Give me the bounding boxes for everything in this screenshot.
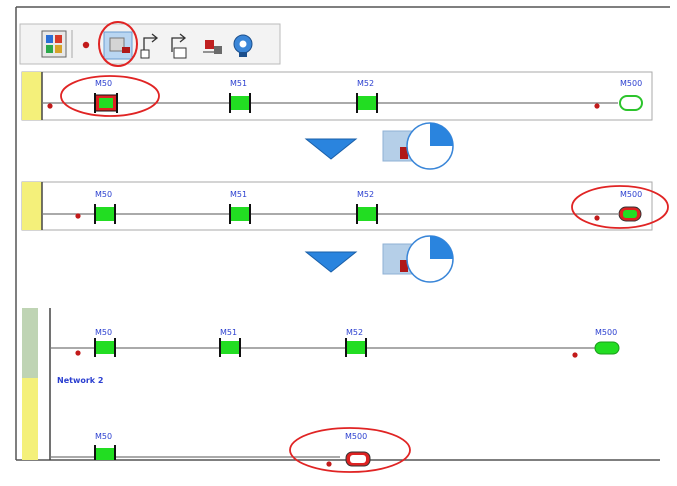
contact-label: M50 xyxy=(95,328,112,337)
online-monitor-icon[interactable] xyxy=(103,31,133,60)
transition-2 xyxy=(304,235,454,283)
coil-m500[interactable] xyxy=(619,95,643,111)
breakpoint-dot[interactable] xyxy=(75,350,81,356)
contact-m50[interactable] xyxy=(94,204,116,224)
coil-m500[interactable] xyxy=(345,451,371,467)
breakpoint-dot[interactable] xyxy=(326,461,332,467)
power-rail xyxy=(22,182,42,230)
ladder-panel-2: M50 M51 M52 M500 xyxy=(21,181,669,231)
contact-m50[interactable] xyxy=(94,93,118,113)
coil-label: M500 xyxy=(595,328,617,337)
power-rail xyxy=(22,378,38,460)
contact-label: M50 xyxy=(95,432,112,441)
contact-label: M50 xyxy=(95,79,112,88)
coil-label: M500 xyxy=(620,190,642,199)
contact-m50[interactable] xyxy=(94,338,116,357)
ladder-grid-icon[interactable] xyxy=(41,30,67,58)
ladder-panel-3: M50 M51 M52 M500 Network 2 M50 M500 xyxy=(22,308,620,473)
breakpoint-dot[interactable] xyxy=(47,103,53,109)
down-arrow-icon xyxy=(304,251,358,273)
breakpoint-dot[interactable] xyxy=(594,103,600,109)
pie-timer-icon xyxy=(406,235,454,283)
screenshot-canvas: M50 M51 M52 M500 M50 M51 M52 M500 M50 M5… xyxy=(15,6,670,473)
contact-label: M51 xyxy=(230,79,247,88)
network-label: Network 2 xyxy=(57,376,103,385)
contact-m51[interactable] xyxy=(229,204,251,224)
contact-m52[interactable] xyxy=(356,93,378,113)
breakpoint-dot[interactable] xyxy=(594,215,600,221)
transition-1 xyxy=(304,122,454,170)
contact-m52[interactable] xyxy=(356,204,378,224)
contact-m51[interactable] xyxy=(219,338,241,357)
coil-m500[interactable] xyxy=(618,206,642,222)
contact-label: M52 xyxy=(346,328,363,337)
ladder-panel-1: M50 M51 M52 M500 xyxy=(21,71,653,121)
contact-label: M51 xyxy=(230,190,247,199)
contact-label: M52 xyxy=(357,190,374,199)
power-rail xyxy=(22,308,38,378)
contact-m51[interactable] xyxy=(229,93,251,113)
pie-timer-icon xyxy=(406,122,454,170)
down-arrow-icon xyxy=(304,138,358,160)
coil-label: M500 xyxy=(620,79,642,88)
power-rail xyxy=(22,72,42,120)
contact-m52[interactable] xyxy=(345,338,367,357)
breakpoint-dot[interactable] xyxy=(75,213,81,219)
toolbar xyxy=(19,21,281,67)
contact-label: M50 xyxy=(95,190,112,199)
contact-m50[interactable] xyxy=(94,445,116,460)
contact-label: M51 xyxy=(220,328,237,337)
contact-label: M52 xyxy=(357,79,374,88)
red-dot-icon[interactable] xyxy=(82,41,90,49)
coil-label: M500 xyxy=(345,432,367,441)
coil-m500[interactable] xyxy=(594,341,620,355)
breakpoint-dot[interactable] xyxy=(572,352,578,358)
